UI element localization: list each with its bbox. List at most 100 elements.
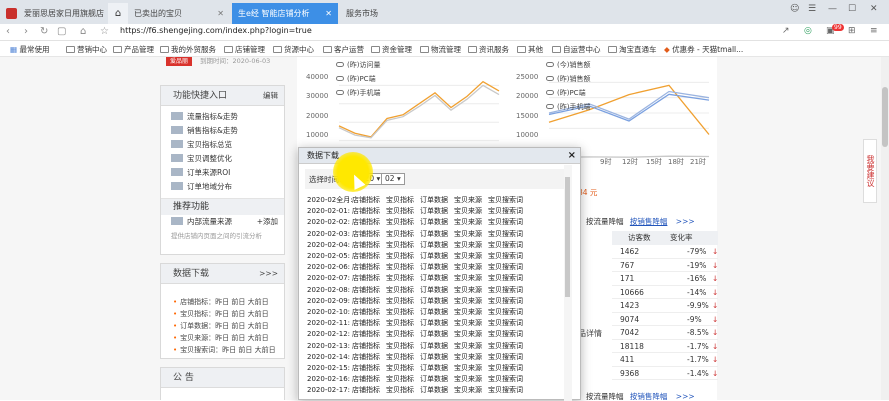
scroll-thumb[interactable] xyxy=(565,177,570,297)
minimize-icon[interactable]: — xyxy=(828,4,837,14)
apps-icon[interactable]: ⊞ xyxy=(848,26,856,36)
url-field[interactable]: https://f6.shengejing.com/index.php?logi… xyxy=(120,26,312,35)
shield-icon[interactable]: ◎ xyxy=(804,26,812,36)
download-link[interactable]: 宝贝指标 xyxy=(386,206,414,217)
back-icon[interactable]: ‹ xyxy=(6,26,10,37)
download-item[interactable]: • 宝贝来源：昨日 前日 大前日 xyxy=(161,332,284,344)
download-link[interactable]: 宝贝指标 xyxy=(386,341,414,352)
download-link[interactable]: 宝贝搜索词 xyxy=(488,307,523,318)
download-link[interactable]: 宝贝来源 xyxy=(454,206,482,217)
download-link[interactable]: 订单数据 xyxy=(420,352,448,363)
download-link[interactable]: 订单数据 xyxy=(420,251,448,262)
tab-store[interactable]: 爱丽思居家日用旗舰店 xyxy=(0,3,106,24)
legend-item[interactable]: (昨)手机端 xyxy=(546,102,590,112)
bookmark-item[interactable]: 资讯服务 xyxy=(468,44,509,55)
download-link[interactable]: 宝贝搜索词 xyxy=(488,206,523,217)
download-link[interactable]: 店铺指标 xyxy=(352,296,380,307)
bookmark-item[interactable]: ◆ 优惠券 - 天猫tmall... xyxy=(664,44,743,55)
tab-shengejing[interactable]: 生e经 智能店铺分析 ✕ xyxy=(232,3,338,24)
download-link[interactable]: 订单数据 xyxy=(420,307,448,318)
download-item[interactable]: • 宝贝指标：昨日 前日 大前日 xyxy=(161,308,284,320)
download-link[interactable]: 店铺指标 xyxy=(352,363,380,374)
download-link[interactable]: 宝贝指标 xyxy=(386,251,414,262)
download-link[interactable]: 宝贝搜索词 xyxy=(488,296,523,307)
bookmark-item[interactable]: ▦ 最常使用 xyxy=(10,44,49,55)
legend-item[interactable]: (昨)销售额 xyxy=(546,74,590,84)
legend-item[interactable]: (今)销售额 xyxy=(546,60,590,70)
download-link[interactable]: 宝贝指标 xyxy=(386,307,414,318)
download-link[interactable]: 宝贝搜索词 xyxy=(488,217,523,228)
download-link[interactable]: 订单数据 xyxy=(420,229,448,240)
download-link[interactable]: 宝贝指标 xyxy=(386,352,414,363)
close-icon[interactable]: ✕ xyxy=(325,3,332,24)
download-link[interactable]: 宝贝指标 xyxy=(386,195,414,206)
download-item[interactable]: • 店铺指标：昨日 前日 大前日 xyxy=(161,296,284,308)
bookmark-item[interactable]: 货源中心 xyxy=(273,44,314,55)
download-link[interactable]: 订单数据 xyxy=(420,296,448,307)
download-link[interactable]: 宝贝来源 xyxy=(454,217,482,228)
download-link[interactable]: 宝贝来源 xyxy=(454,341,482,352)
legend-item[interactable]: (昨)PC端 xyxy=(546,88,586,98)
download-link[interactable]: 订单数据 xyxy=(420,374,448,385)
shortcut-item[interactable]: 订单来源ROI xyxy=(161,166,284,180)
menu-icon[interactable]: ☰ xyxy=(808,4,816,14)
download-link[interactable]: 订单数据 xyxy=(420,240,448,251)
download-link[interactable]: 订单数据 xyxy=(420,262,448,273)
download-link[interactable]: 宝贝搜索词 xyxy=(488,385,523,396)
download-link[interactable]: 店铺指标 xyxy=(352,273,380,284)
star-icon[interactable]: ☆ xyxy=(100,26,109,37)
dialog-scrollbar[interactable] xyxy=(564,165,572,401)
download-link[interactable]: 宝贝搜索词 xyxy=(488,273,523,284)
bookmark-item[interactable]: 产品管理 xyxy=(113,44,154,55)
download-link[interactable]: 宝贝来源 xyxy=(454,240,482,251)
download-item[interactable]: • 订单数据：昨日 前日 大前日 xyxy=(161,320,284,332)
download-link[interactable]: 宝贝指标 xyxy=(386,363,414,374)
download-link[interactable]: 宝贝指标 xyxy=(386,318,414,329)
download-link[interactable]: 店铺指标 xyxy=(352,374,380,385)
bookmark-item[interactable]: 我的外贸服务 xyxy=(160,44,216,55)
close-icon[interactable]: ✕ xyxy=(217,3,224,24)
scroll-thumb[interactable] xyxy=(882,87,888,147)
download-link[interactable]: 宝贝来源 xyxy=(454,363,482,374)
download-link[interactable]: 店铺指标 xyxy=(352,229,380,240)
close-window-icon[interactable]: ✕ xyxy=(870,4,878,14)
sales-drop-link[interactable]: 按销售降幅 xyxy=(630,217,668,226)
download-link[interactable]: 店铺指标 xyxy=(352,251,380,262)
bookmark-item[interactable]: 资金管理 xyxy=(371,44,412,55)
download-link[interactable]: 店铺指标 xyxy=(352,262,380,273)
download-link[interactable]: 宝贝指标 xyxy=(386,240,414,251)
download-link[interactable]: 店铺指标 xyxy=(352,352,380,363)
download-link[interactable]: 宝贝指标 xyxy=(386,217,414,228)
download-link[interactable]: 宝贝搜索词 xyxy=(488,352,523,363)
download-link[interactable]: 宝贝来源 xyxy=(454,262,482,273)
forward-icon[interactable]: › xyxy=(24,26,28,37)
add-link[interactable]: +添加 xyxy=(257,215,278,229)
edit-link[interactable]: 编辑 xyxy=(263,86,278,106)
download-link[interactable]: 宝贝来源 xyxy=(454,318,482,329)
more-link[interactable]: >>> xyxy=(676,392,695,400)
month-select[interactable]: 02 ▾ xyxy=(381,173,405,185)
download-link[interactable]: 店铺指标 xyxy=(352,195,380,206)
skin-icon[interactable]: ☺ xyxy=(790,4,799,14)
close-icon[interactable]: × xyxy=(568,148,576,164)
download-link[interactable]: 店铺指标 xyxy=(352,285,380,296)
bookmark-item[interactable]: 物流管理 xyxy=(420,44,461,55)
download-link[interactable]: 宝贝搜索词 xyxy=(488,285,523,296)
download-more-link[interactable]: >>> xyxy=(259,264,278,284)
download-link[interactable]: 宝贝搜索词 xyxy=(488,229,523,240)
download-link[interactable]: 宝贝指标 xyxy=(386,296,414,307)
download-link[interactable]: 店铺指标 xyxy=(352,217,380,228)
download-link[interactable]: 店铺指标 xyxy=(352,329,380,340)
download-link[interactable]: 宝贝来源 xyxy=(454,195,482,206)
download-link[interactable]: 宝贝指标 xyxy=(386,374,414,385)
download-link[interactable]: 宝贝来源 xyxy=(454,352,482,363)
page-scrollbar[interactable] xyxy=(881,57,889,400)
download-link[interactable]: 宝贝搜索词 xyxy=(488,329,523,340)
home-icon[interactable]: ⌂ xyxy=(108,3,128,24)
download-link[interactable]: 订单数据 xyxy=(420,329,448,340)
new-page-icon[interactable]: ▢ xyxy=(57,26,66,37)
download-link[interactable]: 宝贝搜索词 xyxy=(488,262,523,273)
bookmark-item[interactable]: 其他 xyxy=(517,44,543,55)
download-link[interactable]: 宝贝搜索词 xyxy=(488,341,523,352)
download-link[interactable]: 宝贝搜索词 xyxy=(488,240,523,251)
